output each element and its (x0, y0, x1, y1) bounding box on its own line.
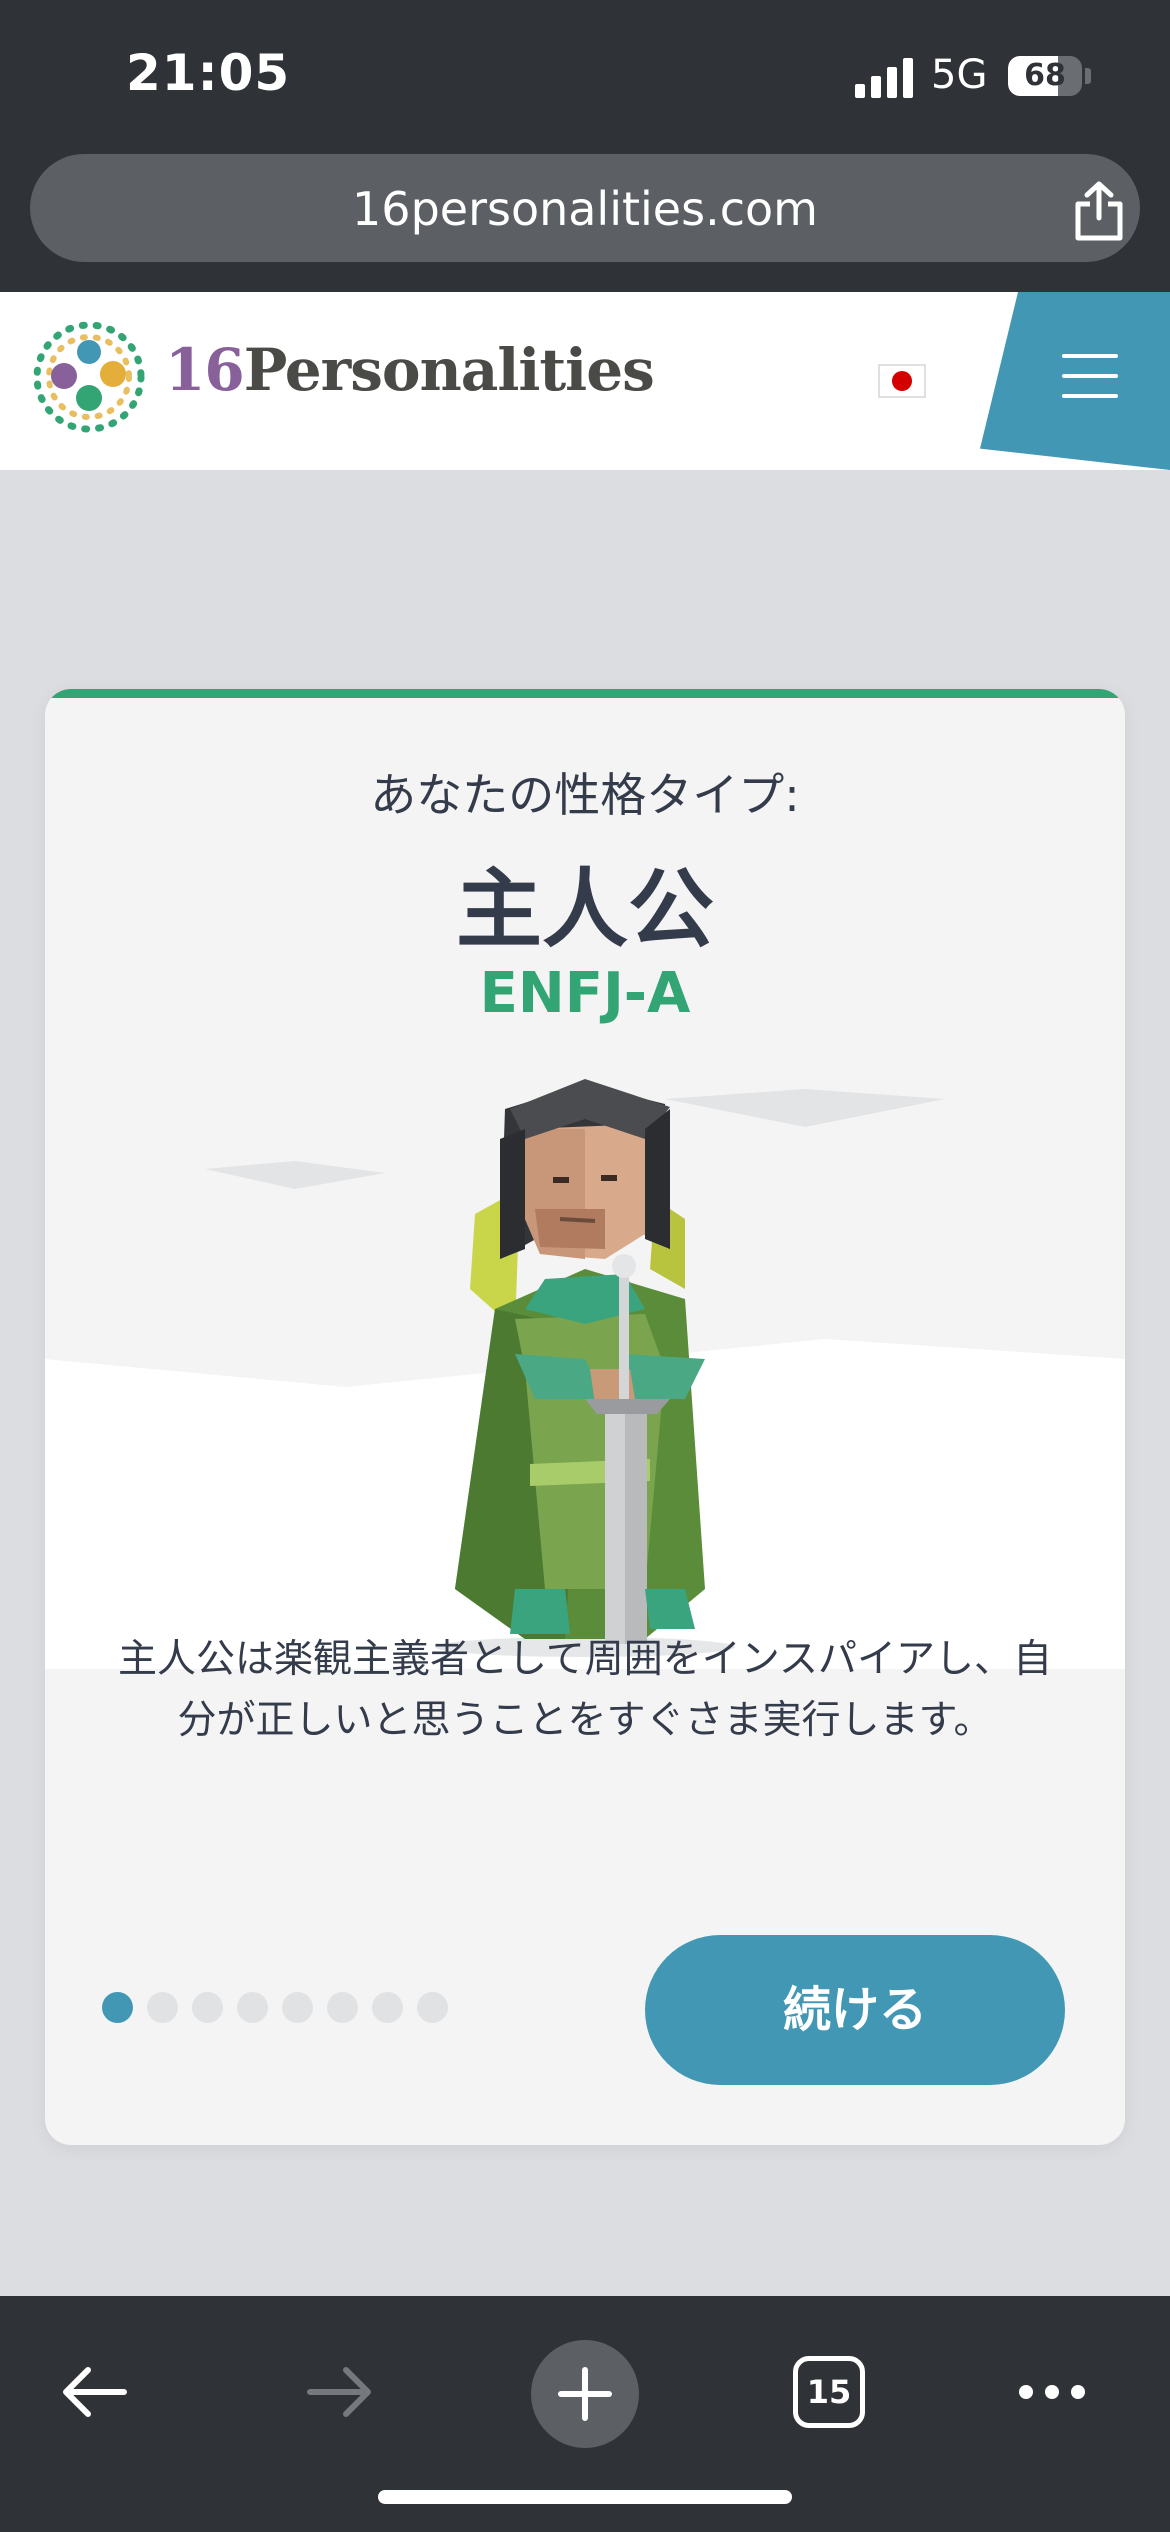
home-indicator[interactable] (378, 2490, 792, 2504)
status-bar: 21:05 5G 68 (0, 0, 1170, 150)
pager-dot[interactable] (192, 1992, 223, 2023)
battery-cap (1085, 68, 1091, 84)
pager-dot[interactable] (372, 1992, 403, 2023)
type-name: 主人公 (456, 860, 714, 960)
site-header: 16Personalities (0, 292, 1170, 470)
browser-top-bar: 16personalities.com (0, 150, 1170, 292)
plus-icon (558, 2367, 612, 2421)
pager-dot[interactable] (417, 1992, 448, 2023)
pager-dot[interactable] (102, 1992, 133, 2023)
more-dots-icon[interactable] (1016, 2382, 1088, 2402)
result-card: あなたの性格タイプ: 主人公 ENFJ-A 主人公は楽観主義者として周囲をインス… (45, 689, 1125, 2145)
forward-arrow-icon[interactable] (304, 2362, 376, 2422)
network-type: 5G (931, 52, 988, 98)
site-logo[interactable]: 16Personalities (165, 336, 655, 404)
back-arrow-icon[interactable] (58, 2362, 130, 2422)
pager-dot[interactable] (327, 1992, 358, 2023)
battery-level: 68 (1024, 58, 1066, 93)
carousel-pager (102, 1992, 448, 2024)
cellular-signal-icon (855, 58, 913, 98)
type-code: ENFJ-A (479, 961, 691, 1026)
pager-dot[interactable] (147, 1992, 178, 2023)
address-bar[interactable]: 16personalities.com (30, 154, 1140, 262)
new-tab-button[interactable] (531, 2340, 639, 2448)
pager-dot[interactable] (282, 1992, 313, 2023)
share-icon[interactable] (1070, 180, 1128, 242)
logo-number: 16 (165, 336, 245, 404)
hamburger-menu-icon[interactable] (1062, 354, 1118, 398)
tabs-count-button[interactable]: 15 (793, 2356, 865, 2428)
type-description: 主人公は楽観主義者として周囲をインスパイアし、自分が正しいと思うことをすぐさま実… (117, 1637, 1053, 1743)
japan-flag-icon[interactable] (878, 364, 926, 398)
pager-dot[interactable] (237, 1992, 268, 2023)
url-text[interactable]: 16personalities.com (30, 182, 1140, 236)
card-accent-bar (45, 689, 1125, 698)
status-time: 21:05 (126, 44, 291, 102)
continue-button[interactable]: 続ける (645, 1935, 1065, 2085)
battery-icon: 68 (1008, 56, 1082, 96)
protagonist-illustration (45, 1079, 1125, 1669)
logo-word: Personalities (243, 336, 655, 404)
logo-dots-icon[interactable] (30, 318, 148, 436)
type-label: あなたの性格タイプ: (370, 768, 800, 822)
